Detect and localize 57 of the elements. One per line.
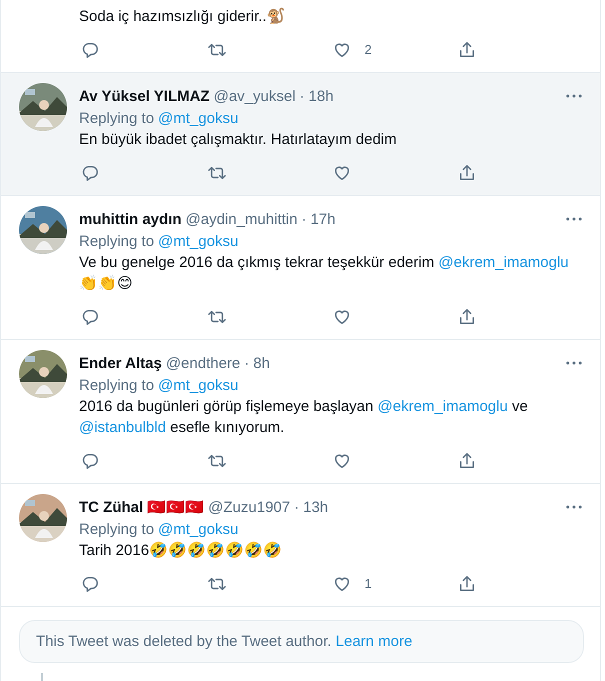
mention-link[interactable]: @mt_goksu xyxy=(158,521,238,538)
share-icon[interactable] xyxy=(458,164,476,182)
more-options-icon[interactable] xyxy=(566,217,582,221)
separator-dot: · xyxy=(294,498,300,516)
more-options-icon[interactable] xyxy=(566,94,582,98)
heart-icon[interactable] xyxy=(332,574,350,592)
user-handle[interactable]: @aydin_muhittin xyxy=(186,210,298,228)
share-icon[interactable] xyxy=(458,452,476,470)
like-count: 1 xyxy=(364,576,372,591)
more-options-icon[interactable] xyxy=(566,361,582,365)
speech-bubble-icon[interactable] xyxy=(81,452,99,470)
mention-link[interactable]: @mt_goksu xyxy=(158,110,238,127)
timestamp[interactable]: 18h xyxy=(308,88,334,104)
mention-link[interactable]: @mt_goksu xyxy=(158,377,238,394)
flag-emoji: 🇹🇷🇹🇷🇹🇷 xyxy=(147,498,204,516)
more-options-icon[interactable] xyxy=(566,505,582,509)
user-handle[interactable]: @Zuzu1907 xyxy=(208,498,290,516)
replying-label: Replying to xyxy=(79,110,154,127)
speech-bubble-icon[interactable] xyxy=(81,574,99,592)
replying-label: Replying to xyxy=(79,377,154,394)
user-name[interactable]: muhittin aydın xyxy=(79,210,182,228)
mention-link[interactable]: @istanbulbld xyxy=(79,419,166,436)
separator-dot: · xyxy=(301,210,306,228)
share-icon[interactable] xyxy=(458,574,476,592)
replying-label: Replying to xyxy=(79,521,154,538)
tweet-text: 2016 da bugünleri görüp fişlemeye başlayan @ekrem_imamoglu ve @istanbulbld esefle kınıyorum. xyxy=(79,397,529,438)
notice-text: This Tweet was deleted by the Tweet author. xyxy=(36,633,332,650)
tweet-text: Tarih 2016🤣🤣🤣🤣🤣🤣🤣 xyxy=(79,540,284,561)
timestamp[interactable]: 8h xyxy=(253,354,270,372)
mention-link[interactable]: @ekrem_imamoglu xyxy=(378,398,508,415)
heart-icon[interactable] xyxy=(332,452,350,470)
tweet-text: Ve bu genelge 2016 da çıkmış tekrar teşekkür ederim @ekrem_imamoglu 👏👏😊 xyxy=(79,253,570,294)
speech-bubble-icon[interactable] xyxy=(81,308,99,326)
tweet-text: Soda iç hazımsızlığı giderir..🐒 xyxy=(79,6,287,27)
user-name[interactable]: TC Zühal xyxy=(79,498,144,516)
heart-icon[interactable] xyxy=(332,164,350,182)
user-handle[interactable]: @endthere xyxy=(166,354,240,372)
timestamp[interactable]: 13h xyxy=(303,498,328,516)
tweet-text: En büyük ibadet çalışmaktır. Hatırlatayım dedim xyxy=(79,130,398,150)
share-icon[interactable] xyxy=(458,308,476,326)
share-icon[interactable] xyxy=(458,40,476,58)
heart-icon[interactable] xyxy=(332,308,350,326)
mention-link[interactable]: @mt_goksu xyxy=(158,233,238,250)
speech-bubble-icon[interactable] xyxy=(81,40,99,58)
like-count: 2 xyxy=(364,42,372,57)
user-name[interactable]: Av Yüksel YILMAZ xyxy=(79,88,210,104)
separator-dot: · xyxy=(244,354,250,372)
replying-label: Replying to xyxy=(79,233,154,250)
user-name[interactable]: Ender Altaş xyxy=(79,354,162,372)
timestamp[interactable]: 17h xyxy=(310,210,336,228)
separator-dot: · xyxy=(300,88,305,104)
user-handle[interactable]: @av_yuksel xyxy=(214,88,296,104)
speech-bubble-icon[interactable] xyxy=(81,164,99,182)
heart-icon[interactable] xyxy=(332,40,350,58)
learn-more-link[interactable]: Learn more xyxy=(336,633,412,650)
mention-link[interactable]: @ekrem_imamoglu xyxy=(438,254,569,271)
tweet-card[interactable]: Av Yüksel YILMAZ @av_yuksel · 18h Replying to @mt_goksu En büyük ibadet çalışmaktır. Hatırlatayım dedim xyxy=(1,73,600,196)
